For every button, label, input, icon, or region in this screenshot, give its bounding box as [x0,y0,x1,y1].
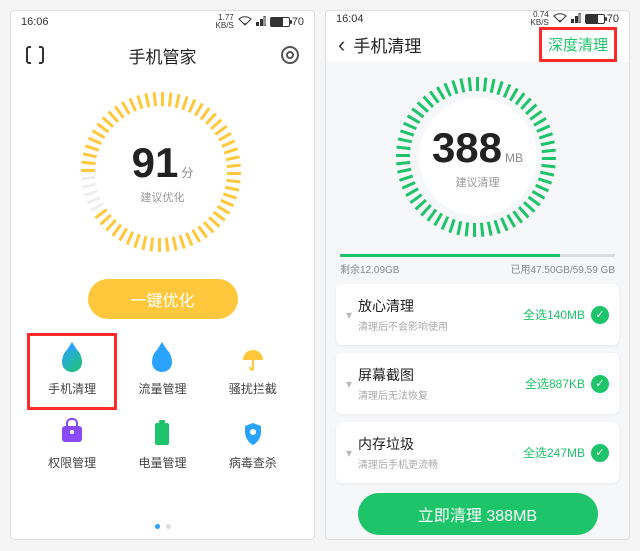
check-icon[interactable]: ✓ [591,306,609,324]
status-right: 0.74 KB/S 70 [531,11,619,27]
feature-block[interactable]: 骚扰拦截 [208,333,298,410]
gear-icon [281,46,299,64]
feature-data[interactable]: 流量管理 [117,333,207,410]
feature-label: 手机清理 [48,380,96,397]
clean-list: ▾ 放心清理清理后不会影响使用全选140MB ✓ ▾ 屏幕截图清理后无法恢复全选887K… [326,284,629,483]
clean-item-size: 全选140MB [523,306,585,323]
scan-icon [26,46,44,64]
back-button[interactable]: ‹ [338,34,345,56]
phone-clean-screen: 16:04 0.74 KB/S 70 ‹ 手机清理 深度清理 [325,10,630,540]
wifi-icon [553,13,567,26]
storage-bar [340,254,615,257]
clean-now-button[interactable]: 立即清理 388MB [358,493,598,535]
clean-item-sub: 清理后无法恢复 [358,387,525,402]
dot-2[interactable] [166,524,171,529]
feature-label: 病毒查杀 [229,454,277,471]
storage-used: 已用47.50GB/59.59 GB [510,261,615,276]
chevron-down-icon: ▾ [346,446,352,460]
clean-item-size: 全选887KB [525,375,585,392]
score-value: 91 [132,139,179,187]
battery-indicator: 70 [270,16,304,28]
feature-perm[interactable]: 权限管理 [27,410,117,481]
storage-fill [340,254,560,257]
clean-icon [58,346,86,374]
clean-size-unit: MB [505,151,523,165]
feature-grid: 手机清理 流量管理 骚扰拦截权限管理 电量管理 病毒查杀 [11,333,314,481]
clean-size-value: 388 [432,124,502,172]
scan-button[interactable] [23,43,47,67]
check-icon[interactable]: ✓ [591,444,609,462]
clean-item-2[interactable]: ▾ 内存垃圾清理后手机更流畅全选247MB ✓ [336,422,619,483]
check-icon[interactable]: ✓ [591,375,609,393]
signal-icon [571,13,581,26]
clean-subtitle: 建议清理 [456,174,500,190]
block-icon [239,346,267,374]
data-icon [148,346,176,374]
settings-button[interactable] [278,43,302,67]
wifi-icon [238,16,252,29]
score-gauge: 91分 建议优化 [78,87,248,257]
clean-item-title: 屏幕截图 [358,365,525,385]
status-time: 16:06 [21,16,49,28]
feature-label: 流量管理 [138,380,186,397]
deep-clean-button[interactable]: 深度清理 [539,27,617,62]
feature-clean[interactable]: 手机清理 [27,333,117,410]
page-title: 手机管家 [47,43,278,68]
clean-item-title: 内存垃圾 [358,434,523,454]
chevron-down-icon: ▾ [346,308,352,322]
perm-icon [58,420,86,448]
status-bar: 16:04 0.74 KB/S 70 [326,11,629,27]
clean-item-sub: 清理后手机更流畅 [358,456,523,471]
battery-pct: 70 [292,16,304,28]
optimize-button[interactable]: 一键优化 [88,279,238,319]
feature-label: 骚扰拦截 [229,380,277,397]
phone-manager-screen: 16:06 1.77 KB/S 70 手机管家 91分 建 [10,10,315,540]
score-unit: 分 [181,164,193,181]
storage-free: 剩余12.09GB [340,261,399,276]
clean-item-size: 全选247MB [523,444,585,461]
signal-icon [256,16,266,29]
feature-battery[interactable]: 电量管理 [117,410,207,481]
clean-item-0[interactable]: ▾ 放心清理清理后不会影响使用全选140MB ✓ [336,284,619,345]
feature-virus[interactable]: 病毒查杀 [208,410,298,481]
page-title: 手机清理 [353,32,421,57]
feature-label: 电量管理 [138,454,186,471]
battery-pct: 70 [607,13,619,25]
score-subtitle: 建议优化 [141,189,185,205]
status-right: 1.77 KB/S 70 [216,14,304,30]
page-indicator [11,514,314,539]
dot-1[interactable] [155,524,160,529]
feature-label: 权限管理 [48,454,96,471]
battery-indicator: 70 [585,13,619,25]
title-bar: 手机管家 [11,33,314,77]
status-time: 16:04 [336,13,364,25]
battery-icon [148,420,176,448]
net-speed: 0.74 KB/S [531,11,549,27]
title-bar: ‹ 手机清理 深度清理 [326,27,629,62]
clean-gauge: 388MB 建议清理 [393,72,563,242]
chevron-down-icon: ▾ [346,377,352,391]
storage-labels: 剩余12.09GB 已用47.50GB/59.59 GB [326,259,629,284]
status-bar: 16:06 1.77 KB/S 70 [11,11,314,33]
clean-item-title: 放心清理 [358,296,523,316]
virus-icon [239,420,267,448]
clean-item-sub: 清理后不会影响使用 [358,318,523,333]
net-speed: 1.77 KB/S [216,14,234,30]
clean-item-1[interactable]: ▾ 屏幕截图清理后无法恢复全选887KB ✓ [336,353,619,414]
